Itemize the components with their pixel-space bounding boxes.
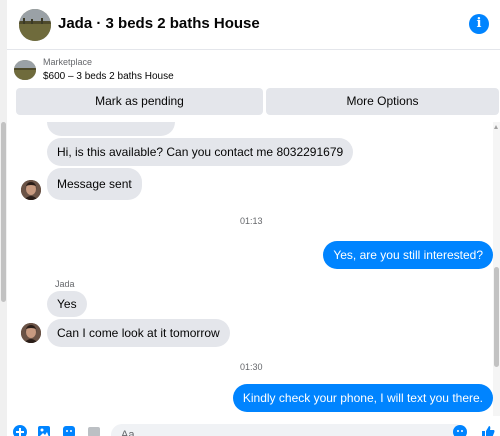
message-bubble-incoming[interactable]: Yes [47,291,87,317]
sender-avatar[interactable] [21,323,41,343]
timestamp: 01:13 [240,216,263,226]
conversation-title[interactable]: Jada · 3 beds 2 baths House [58,15,260,32]
timestamp: 01:30 [240,362,263,372]
emoji-icon[interactable] [453,425,467,436]
message-bubble-incoming[interactable]: Hi, is this available? Can you contact m… [47,138,354,166]
listing-avatar[interactable] [19,9,51,41]
sender-photo-icon [21,323,41,343]
sender-avatar[interactable] [21,180,41,200]
message-bubble-incoming[interactable]: Message sent [47,168,142,200]
sender-name: Jada [55,279,75,289]
message-bubble-outgoing[interactable]: Kindly check your phone, I will text you… [232,384,493,412]
message-input[interactable]: Aa [111,424,466,436]
chat-header: Jada · 3 beds 2 baths House i [7,0,500,50]
marketplace-label: Marketplace [43,57,93,67]
message-bubble-partial[interactable] [47,122,175,136]
marketplace-banner: Marketplace $600 – 3 beds 2 baths House … [7,50,500,122]
right-scrollbar[interactable] [493,122,500,416]
more-options-button[interactable]: More Options [266,88,499,115]
sender-photo-icon [21,180,41,200]
like-icon[interactable] [481,425,495,436]
mark-as-pending-button[interactable]: Mark as pending [16,88,263,115]
scroll-up-arrow-icon[interactable] [494,125,498,129]
left-scrollbar[interactable] [0,0,7,436]
message-bubble-outgoing[interactable]: Yes, are you still interested? [323,241,493,269]
photo-icon[interactable] [37,425,51,436]
info-icon[interactable]: i [469,14,489,34]
right-scrollbar-thumb[interactable] [494,267,499,367]
message-bubble-incoming[interactable]: Can I come look at it tomorrow [47,319,230,347]
sticker-icon[interactable] [62,425,76,436]
message-thread[interactable]: Hi, is this available? Can you contact m… [7,122,493,416]
listing-thumbnail-icon [14,60,36,80]
listing-thumbnail[interactable] [14,60,36,80]
listing-summary[interactable]: $600 – 3 beds 2 baths House [43,71,174,82]
gif-icon[interactable] [87,425,101,436]
message-composer: Aa [7,416,500,436]
left-scrollbar-thumb[interactable] [1,122,6,302]
listing-photo-icon [19,9,51,41]
add-icon[interactable] [13,425,27,436]
